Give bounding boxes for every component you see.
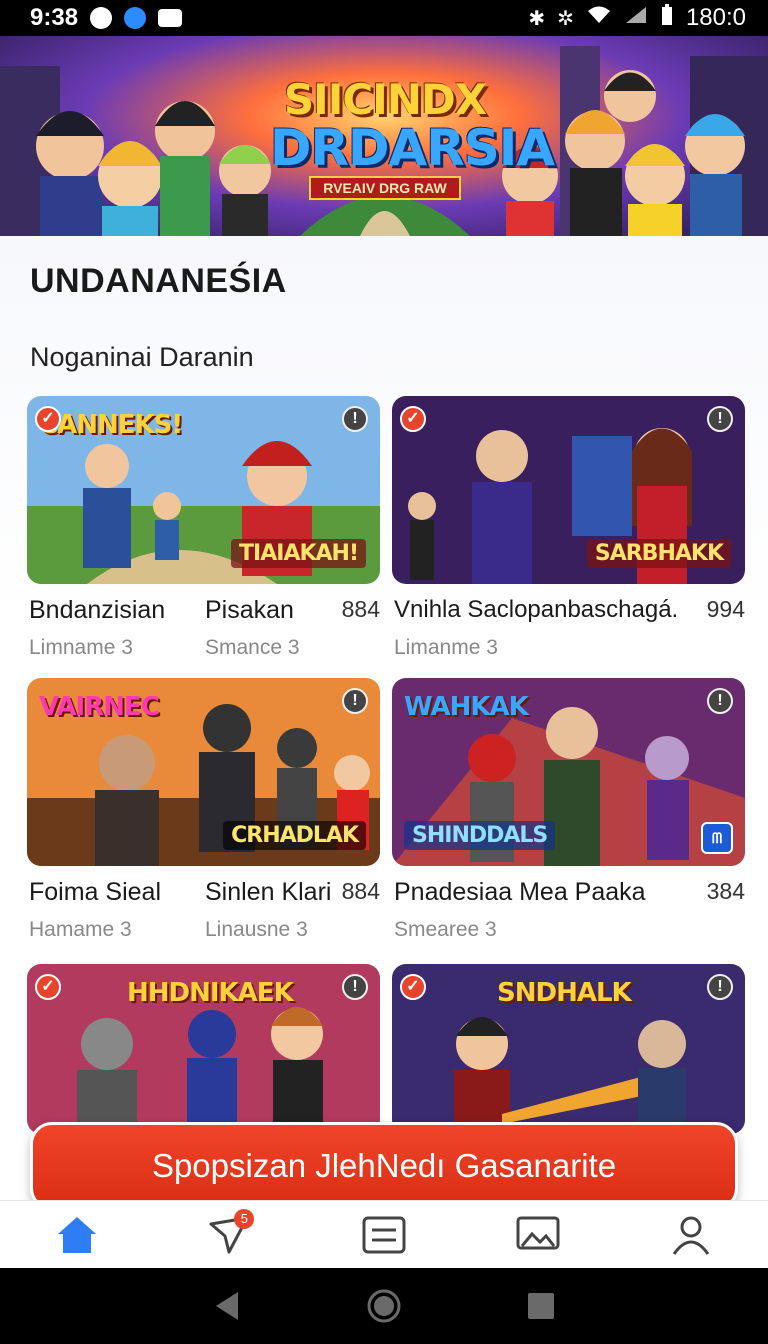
- game-count: 884: [341, 878, 380, 904]
- game-thumbnail[interactable]: WAHKAK SHINDDALS ! ᗰ: [392, 678, 745, 866]
- section-title: Noganinai Daranin: [30, 342, 254, 372]
- game-card[interactable]: SNDHALK ✓ !: [392, 964, 745, 1134]
- game-caption: Smearee 3: [394, 918, 497, 941]
- game-thumbnail[interactable]: SNDHALK ✓ !: [392, 964, 745, 1134]
- game-count: 384: [706, 878, 745, 904]
- info-icon[interactable]: !: [342, 974, 368, 1000]
- game-card[interactable]: HHDNIKAEK ✓ !: [27, 964, 380, 1134]
- game-card[interactable]: WAHKAK SHINDDALS ! ᗰ Pnadesiaa Mea Paaka…: [392, 678, 745, 948]
- app-notification-icon-2: [124, 7, 147, 29]
- game-card[interactable]: SARBHAKK ✓ ! Vnihla Saclopanbaschagá. 99…: [392, 396, 745, 666]
- signal-icon: [624, 4, 648, 32]
- info-icon[interactable]: !: [342, 688, 368, 714]
- game-caption-2: Linausne 3: [205, 918, 308, 941]
- back-icon[interactable]: [212, 1290, 242, 1322]
- nav-send[interactable]: 5: [200, 1205, 260, 1265]
- nav-gallery[interactable]: [508, 1205, 568, 1265]
- info-icon[interactable]: !: [342, 406, 368, 432]
- home-icon: [57, 1216, 96, 1253]
- bluetooth-icon: ✱: [528, 7, 546, 30]
- game-title[interactable]: Vnihla Saclopanbaschagá.: [394, 596, 678, 624]
- game-caption: Limname 3: [29, 636, 133, 659]
- list-icon: [362, 1216, 406, 1253]
- game-card[interactable]: CANNEKS! TIAIAKAH! ✓ ! Bndanzisian Pisak…: [27, 396, 380, 666]
- bottom-navigation: 5: [0, 1200, 768, 1268]
- status-time: 9:38: [30, 4, 79, 31]
- game-meta: Bndanzisian Pisakan 884 Limname 3 Smance…: [27, 584, 380, 666]
- chat-notification-icon: [158, 9, 183, 27]
- game-badge-text: SHINDDALS: [404, 821, 556, 850]
- game-logo-text: WAHKAK: [404, 692, 529, 722]
- game-badge-text: SARBHAKK: [586, 539, 731, 568]
- home-button-icon[interactable]: [366, 1288, 402, 1324]
- game-title[interactable]: Bndanzisian: [29, 596, 165, 625]
- status-bar: 9:38 ✱ ✲ 180:0: [0, 0, 768, 36]
- nav-profile[interactable]: [661, 1205, 721, 1265]
- game-card[interactable]: VAIRNEC CRHADLAK ! Foima Sieal Sinlen Kl…: [27, 678, 380, 948]
- game-logo-text: HHDNIKAEK: [127, 978, 294, 1008]
- game-caption: Limanme 3: [394, 636, 498, 659]
- game-meta: Foima Sieal Sinlen Klari 884 Hamame 3 Li…: [27, 866, 380, 948]
- primary-cta-button[interactable]: Spopsizan JlehNedı Gasanarite: [30, 1122, 738, 1210]
- hero-banner[interactable]: SIICINDX DRDARSIA RVEAIV DRG RAW: [0, 36, 768, 236]
- app-store-icon: ᗰ: [701, 822, 733, 854]
- game-title[interactable]: Pnadesiaa Mea Paaka: [394, 878, 646, 907]
- hero-title-line2: DRDARSIA: [270, 119, 555, 177]
- recents-icon[interactable]: [526, 1291, 556, 1321]
- notification-badge: 5: [234, 1208, 255, 1229]
- game-logo-text: SNDHALK: [497, 978, 632, 1008]
- nav-list[interactable]: [354, 1205, 414, 1265]
- game-count: 884: [341, 596, 380, 622]
- app-notification-icon: [90, 7, 113, 29]
- verified-check-icon: ✓: [35, 406, 61, 432]
- game-count: 994: [706, 596, 745, 622]
- main-content: UNDANANEŚIA Noganinai Daranin CANNEKS! T…: [0, 236, 768, 1200]
- game-thumbnail[interactable]: HHDNIKAEK ✓ !: [27, 964, 380, 1134]
- verified-check-icon: ✓: [400, 974, 426, 1000]
- game-meta: Pnadesiaa Mea Paaka 384 Smearee 3: [392, 866, 745, 948]
- game-badge-text: CRHADLAK: [223, 821, 366, 850]
- verified-check-icon: ✓: [400, 406, 426, 432]
- page-title: UNDANANEŚIA: [30, 262, 287, 300]
- battery-icon: [660, 3, 674, 33]
- nav-home[interactable]: [47, 1205, 107, 1265]
- game-subtitle: Sinlen Klari: [205, 878, 332, 906]
- game-thumbnail[interactable]: VAIRNEC CRHADLAK !: [27, 678, 380, 866]
- game-meta: Vnihla Saclopanbaschagá. 994 Limanme 3: [392, 584, 745, 666]
- game-badge-text: TIAIAKAH!: [231, 539, 366, 568]
- info-icon[interactable]: !: [707, 974, 733, 1000]
- game-caption-2: Smance 3: [205, 636, 300, 659]
- game-subtitle: Pisakan: [205, 596, 294, 624]
- game-caption: Hamame 3: [29, 918, 132, 941]
- battery-level: 180:0: [685, 4, 746, 31]
- wifi-icon: [586, 4, 612, 32]
- verified-check-icon: ✓: [35, 974, 61, 1000]
- vibrate-icon: ✲: [557, 7, 574, 30]
- info-icon[interactable]: !: [707, 406, 733, 432]
- game-logo-text: VAIRNEC: [39, 692, 160, 722]
- system-navigation-bar: [0, 1268, 768, 1344]
- hero-game-logo: SIICINDX DRDARSIA RVEAIV DRG RAW: [270, 75, 555, 200]
- game-thumbnail[interactable]: SARBHAKK ✓ !: [392, 396, 745, 584]
- user-icon: [672, 1216, 710, 1255]
- image-icon: [516, 1216, 560, 1249]
- hero-tagline: RVEAIV DRG RAW: [309, 176, 461, 200]
- hero-title-line1: SIICINDX: [283, 75, 487, 124]
- game-title[interactable]: Foima Sieal: [29, 878, 161, 907]
- game-thumbnail[interactable]: CANNEKS! TIAIAKAH! ✓ !: [27, 396, 380, 584]
- info-icon[interactable]: !: [707, 688, 733, 714]
